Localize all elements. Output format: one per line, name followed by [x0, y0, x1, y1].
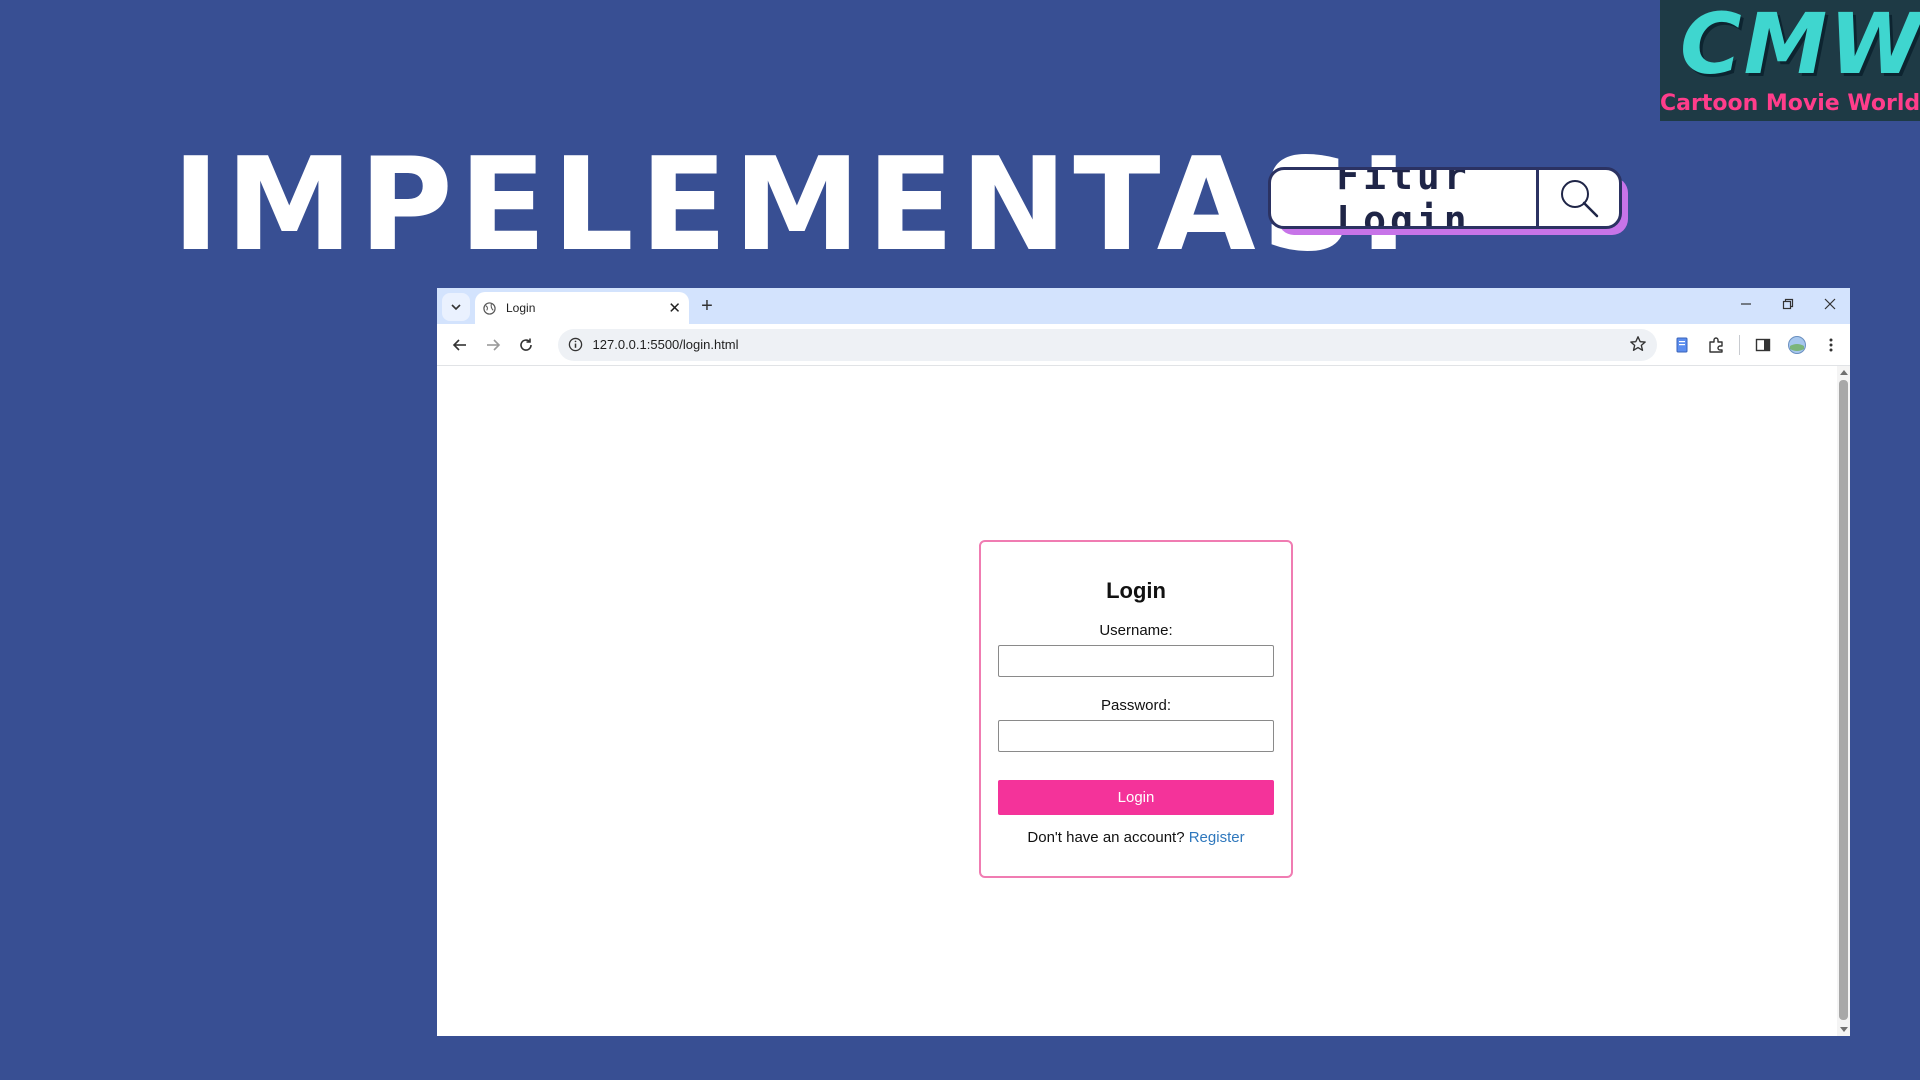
magnifier-icon: [1539, 170, 1619, 226]
register-prompt: Don't have an account?: [1027, 829, 1189, 846]
login-card: Login Username: Password: Login Don't ha…: [979, 540, 1293, 878]
side-panel-icon[interactable]: [1752, 334, 1774, 356]
url-text[interactable]: 127.0.0.1:5500/login.html: [593, 337, 739, 352]
feature-search-pill: Fitur Login: [1268, 167, 1628, 235]
new-tab-button[interactable]: +: [695, 294, 719, 318]
scroll-down-arrow-icon[interactable]: [1840, 1027, 1848, 1032]
cmw-logo: CMW Cartoon Movie World: [1660, 0, 1920, 121]
username-label: Username:: [1099, 622, 1173, 639]
login-button[interactable]: Login: [998, 780, 1274, 815]
username-input[interactable]: [998, 645, 1274, 677]
site-info-icon[interactable]: [568, 337, 583, 352]
page-viewport: Login Username: Password: Login Don't ha…: [437, 366, 1837, 1036]
vertical-scrollbar[interactable]: [1837, 366, 1850, 1036]
toolbar-divider: [1738, 334, 1740, 355]
more-menu-icon[interactable]: [1820, 334, 1842, 356]
forward-icon[interactable]: [478, 330, 508, 360]
chevron-down-icon: [451, 304, 461, 311]
profile-avatar-icon[interactable]: [1786, 334, 1808, 356]
login-heading: Login: [1106, 578, 1166, 603]
browser-toolbar: 127.0.0.1:5500/login.html: [437, 324, 1850, 366]
extensions-puzzle-icon[interactable]: [1705, 334, 1727, 356]
tab-search-button[interactable]: [442, 293, 470, 321]
restore-icon[interactable]: [1776, 292, 1800, 316]
tab-close-icon[interactable]: ✕: [668, 301, 681, 316]
extension-document-icon[interactable]: [1671, 334, 1693, 356]
logo-mark: CMW: [1680, 0, 1920, 93]
globe-icon: [483, 301, 496, 315]
register-link[interactable]: Register: [1189, 829, 1245, 846]
browser-window: Login ✕ + 127.0.0.1:5500/login.html Logi…: [437, 288, 1850, 1036]
back-icon[interactable]: [445, 330, 475, 360]
close-window-icon[interactable]: [1818, 292, 1842, 316]
toolbar-actions: [1671, 334, 1842, 356]
tab-strip: Login ✕ +: [437, 288, 1850, 324]
tab-login[interactable]: Login ✕: [475, 292, 689, 324]
slide-title: IMPELEMENTASI: [172, 131, 1414, 280]
register-line: Don't have an account? Register: [981, 829, 1291, 846]
bookmark-star-icon[interactable]: [1629, 335, 1647, 353]
pill-body: Fitur Login: [1268, 167, 1622, 229]
window-controls: [1734, 292, 1842, 316]
logo-subtitle: Cartoon Movie World: [1660, 91, 1920, 116]
address-bar[interactable]: 127.0.0.1:5500/login.html: [557, 328, 1657, 361]
password-input[interactable]: [998, 720, 1274, 752]
reload-icon[interactable]: [511, 330, 541, 360]
scrollbar-thumb[interactable]: [1839, 380, 1848, 1020]
scroll-up-arrow-icon[interactable]: [1840, 370, 1848, 375]
feature-label: Fitur Login: [1271, 170, 1539, 226]
tab-title: Login: [506, 301, 536, 315]
password-label: Password:: [1100, 697, 1172, 714]
minimize-icon[interactable]: [1734, 292, 1758, 316]
